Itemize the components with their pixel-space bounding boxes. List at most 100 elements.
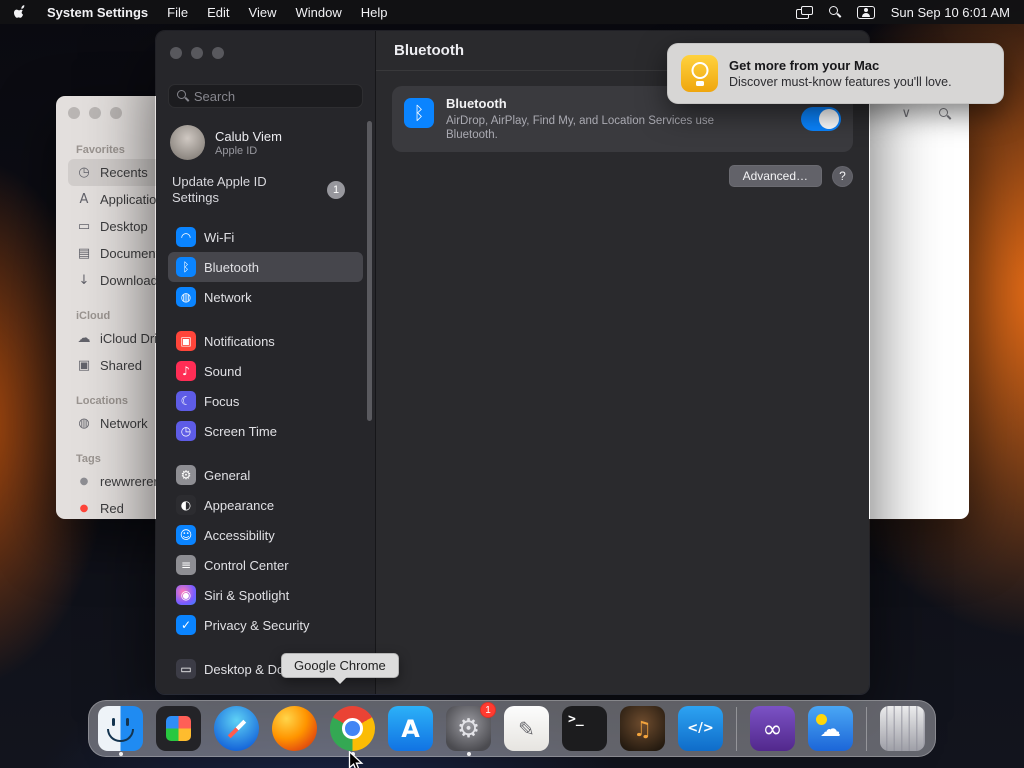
- sidebar-item-label: Bluetooth: [204, 259, 259, 275]
- visual-studio-icon: ∞: [750, 706, 795, 751]
- dock-trash[interactable]: [880, 706, 925, 751]
- dock-vscode[interactable]: </>: [678, 706, 723, 751]
- finder-icon: [98, 706, 143, 751]
- apple-logo-icon: [14, 5, 25, 18]
- control-center-icon: ≡: [176, 555, 196, 575]
- sidebar-item-label: Notifications: [204, 333, 275, 349]
- dock-safari[interactable]: [214, 706, 259, 751]
- dock-system-settings[interactable]: 1 ⚙: [446, 702, 496, 751]
- chevron-down-icon[interactable]: ∨: [901, 106, 911, 121]
- sidebar-item-screen-time[interactable]: ◷ Screen Time: [168, 416, 363, 446]
- sidebar-item-bluetooth[interactable]: ᛒ Bluetooth: [168, 252, 363, 282]
- apple-menu[interactable]: [14, 4, 28, 20]
- system-settings-window: Calub Viem Apple ID Update Apple ID Sett…: [155, 30, 870, 695]
- sidebar-item-sound[interactable]: ♪ Sound: [168, 356, 363, 386]
- menu-help[interactable]: Help: [361, 5, 388, 20]
- page-title: Bluetooth: [394, 42, 464, 59]
- sidebar-item-privacy-security[interactable]: ✓ Privacy & Security: [168, 610, 363, 640]
- sidebar-item-accessibility[interactable]: ☺ Accessibility: [168, 520, 363, 550]
- sidebar-item-label: Accessibility: [204, 527, 275, 543]
- search-icon: [177, 90, 188, 102]
- sidebar-item-label: Sound: [204, 363, 242, 379]
- menu-edit[interactable]: Edit: [207, 5, 229, 20]
- dock-weather[interactable]: ☁: [808, 706, 853, 751]
- search-icon[interactable]: [939, 107, 951, 120]
- menu-file[interactable]: File: [167, 5, 188, 20]
- settings-traffic-lights: [168, 31, 363, 59]
- bluetooth-card-description: AirDrop, AirPlay, Find My, and Location …: [446, 115, 715, 141]
- close-button[interactable]: [170, 47, 182, 59]
- document-icon: ▤: [77, 246, 91, 261]
- user-icon[interactable]: [856, 5, 875, 19]
- dock-tooltip: Google Chrome: [281, 653, 399, 678]
- gear-icon: ⚙: [176, 465, 196, 485]
- globe-icon: ◍: [176, 287, 196, 307]
- sidebar-item-control-center[interactable]: ≡ Control Center: [168, 550, 363, 580]
- dock-divider: [736, 706, 737, 751]
- apple-id-profile[interactable]: Calub Viem Apple ID: [168, 125, 363, 160]
- gray-tag-icon: ●: [79, 476, 89, 487]
- download-icon: ↓: [78, 273, 90, 288]
- sidebar-item-appearance[interactable]: ◐ Appearance: [168, 490, 363, 520]
- zoom-button[interactable]: [110, 107, 122, 119]
- minimize-button[interactable]: [191, 47, 203, 59]
- notification-banner[interactable]: Get more from your Mac Discover must-kno…: [667, 43, 1004, 104]
- sidebar-item-network[interactable]: ◍ Network: [168, 282, 363, 312]
- update-label: Update Apple ID Settings: [172, 174, 267, 205]
- update-apple-id-item[interactable]: Update Apple ID Settings 1: [168, 174, 363, 206]
- windows-icon[interactable]: [795, 5, 813, 19]
- advanced-button[interactable]: Advanced…: [728, 165, 822, 187]
- app-menu[interactable]: System Settings: [47, 5, 148, 20]
- dock-visual-studio[interactable]: ∞: [750, 706, 795, 751]
- dock-finder[interactable]: [98, 706, 143, 751]
- privacy-icon: ✓: [176, 615, 196, 635]
- menu-window[interactable]: Window: [295, 5, 341, 20]
- hourglass-icon: ◷: [176, 421, 196, 441]
- sound-icon: ♪: [176, 361, 196, 381]
- dock-app-store[interactable]: A: [388, 706, 433, 751]
- dock-garageband[interactable]: ♫: [620, 706, 665, 751]
- red-tag-icon: ●: [79, 503, 89, 514]
- dock: A 1 ⚙ ✎ >_ ♫ </> ∞ ☁: [88, 700, 936, 757]
- search-input[interactable]: [193, 88, 354, 104]
- menu-bar: System Settings File Edit View Window He…: [0, 0, 1024, 24]
- launchpad-icon: [156, 706, 201, 751]
- dock-icon: ▭: [176, 659, 196, 679]
- help-button[interactable]: ?: [832, 165, 853, 187]
- sidebar-item-general[interactable]: ⚙ General: [168, 460, 363, 490]
- dock-chrome[interactable]: [330, 706, 375, 751]
- bluetooth-toggle[interactable]: [801, 107, 841, 131]
- dock-firefox[interactable]: [272, 706, 317, 751]
- sidebar-item-label: Privacy & Security: [204, 617, 310, 633]
- sidebar-scrollbar[interactable]: [367, 121, 372, 421]
- menu-view[interactable]: View: [249, 5, 277, 20]
- settings-sidebar: Calub Viem Apple ID Update Apple ID Sett…: [156, 31, 376, 694]
- sidebar-item-label: Control Center: [204, 557, 289, 573]
- moon-icon: ☾: [176, 391, 196, 411]
- sidebar-item-label: Wi-Fi: [204, 229, 235, 245]
- dock-launchpad[interactable]: [156, 706, 201, 751]
- sidebar-item-label: rewwrerer: [100, 474, 158, 489]
- cloud-icon: ☁: [77, 331, 91, 346]
- bluetooth-icon: ᛒ: [176, 257, 196, 277]
- weather-icon: ☁: [808, 706, 853, 751]
- sidebar-item-wifi[interactable]: ◠ Wi-Fi: [168, 222, 363, 252]
- dock-terminal[interactable]: >_: [562, 706, 607, 751]
- accessibility-icon: ☺: [176, 525, 196, 545]
- zoom-button[interactable]: [212, 47, 224, 59]
- toggle-knob: [819, 109, 839, 129]
- sidebar-item-label: Siri & Spotlight: [204, 587, 290, 603]
- menu-bar-clock[interactable]: Sun Sep 10 6:01 AM: [891, 5, 1010, 20]
- sidebar-item-notifications[interactable]: ▣ Notifications: [168, 326, 363, 356]
- sidebar-item-siri-spotlight[interactable]: ◉ Siri & Spotlight: [168, 580, 363, 610]
- dock-notes[interactable]: ✎: [504, 706, 549, 751]
- search-field[interactable]: [168, 84, 363, 108]
- minimize-button[interactable]: [89, 107, 101, 119]
- sidebar-item-label: Desktop: [100, 219, 148, 234]
- spotlight-search-icon[interactable]: [828, 6, 841, 18]
- notification-badge: 1: [480, 702, 496, 718]
- notification-title: Get more from your Mac: [729, 58, 880, 73]
- close-button[interactable]: [68, 107, 80, 119]
- sidebar-item-focus[interactable]: ☾ Focus: [168, 386, 363, 416]
- avatar: [170, 125, 205, 160]
